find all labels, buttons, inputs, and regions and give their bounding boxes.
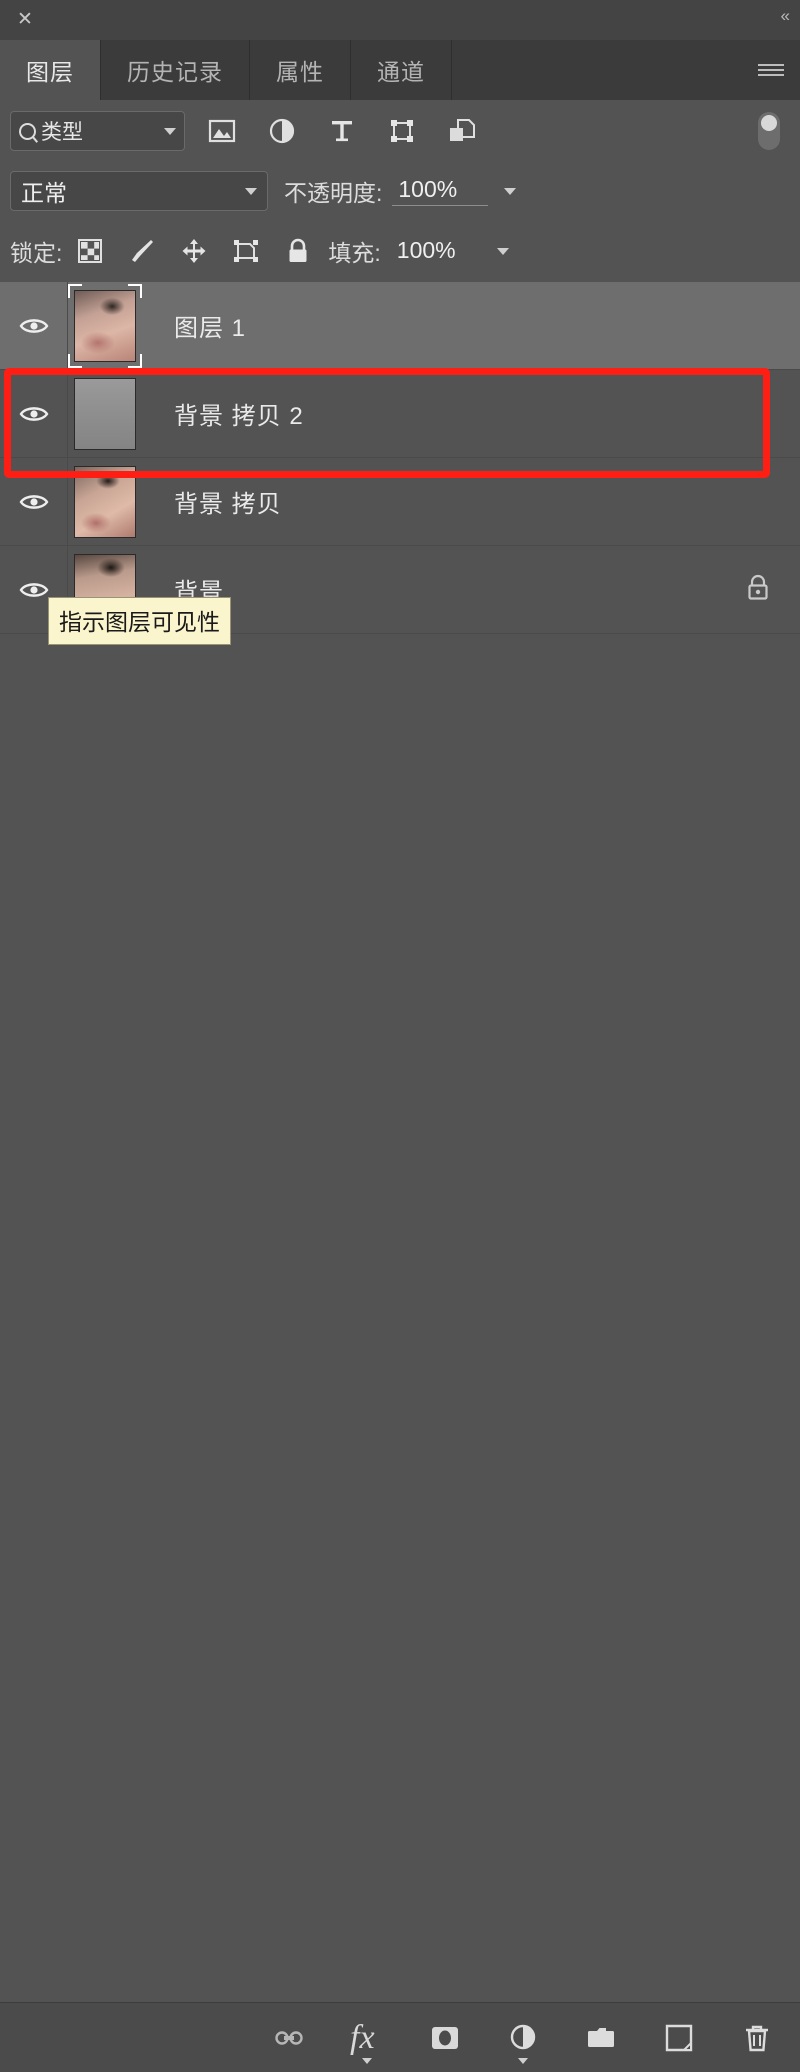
tab-history-label: 历史记录	[127, 59, 223, 85]
adjustment-caret-icon	[518, 2057, 528, 2064]
layer-list: 图层 1 背景 拷贝 2 背景 拷贝 背景	[0, 282, 800, 634]
layers-panel: ✕ « 图层 历史记录 属性 通道 类型 正常 不透明度: 100% 锁定: 填…	[0, 0, 800, 2072]
tooltip-text: 指示图层可见性	[59, 609, 220, 635]
eye-icon	[19, 318, 48, 333]
chevron-down-icon	[164, 127, 176, 135]
blend-mode-row: 正常 不透明度: 100%	[0, 162, 800, 220]
close-icon[interactable]: ✕	[14, 9, 36, 31]
fx-caret-icon	[362, 2057, 372, 2064]
layer-filter-row: 类型	[0, 100, 800, 162]
layer-thumbnail-wrap	[74, 377, 136, 450]
tab-channels-label: 通道	[377, 59, 425, 85]
filter-type-dropdown[interactable]: 类型	[10, 111, 185, 151]
fill-chevron-down-icon[interactable]	[496, 247, 509, 255]
layers-bottom-toolbar: fx	[0, 2002, 800, 2072]
layer-visibility-toggle[interactable]	[0, 282, 68, 369]
layer-thumbnail-wrap	[68, 283, 142, 368]
tooltip: 指示图层可见性	[48, 597, 231, 645]
selection-corner-top-left	[68, 283, 82, 298]
opacity-chevron-down-icon[interactable]	[504, 187, 517, 195]
table-row[interactable]: 图层 1	[0, 282, 800, 370]
thumbnail-image	[75, 466, 135, 537]
tab-properties-label: 属性	[276, 59, 324, 85]
layer-name[interactable]: 背景 拷贝 2	[174, 396, 304, 431]
layer-thumbnail[interactable]	[74, 289, 136, 362]
eye-icon	[19, 406, 48, 421]
tab-layers[interactable]: 图层	[0, 40, 101, 100]
layer-locked-icon	[744, 572, 772, 607]
blend-mode-dropdown[interactable]: 正常	[10, 171, 268, 211]
fill-label: 填充:	[328, 240, 381, 266]
shape-layer-filter-icon[interactable]	[387, 116, 417, 146]
fx-label: fx	[350, 2018, 375, 2056]
layer-thumbnail-wrap	[74, 465, 136, 538]
table-row[interactable]: 背景 拷贝 2	[0, 370, 800, 458]
lock-all-icon[interactable]	[284, 237, 312, 265]
thumbnail-image	[75, 290, 135, 361]
menu-bar-3	[758, 74, 784, 76]
lock-position-icon[interactable]	[180, 237, 208, 265]
tab-channels[interactable]: 通道	[351, 40, 452, 100]
layer-thumbnail[interactable]	[74, 377, 136, 450]
lock-label: 锁定:	[10, 240, 63, 266]
blend-mode-value: 正常	[21, 180, 67, 206]
new-layer-icon[interactable]	[662, 2021, 696, 2055]
tab-history[interactable]: 历史记录	[101, 40, 250, 100]
eye-icon	[19, 494, 48, 509]
opacity-input[interactable]: 100%	[392, 176, 489, 206]
filter-enable-toggle[interactable]	[758, 112, 780, 150]
new-group-icon[interactable]	[584, 2021, 618, 2055]
tab-layers-label: 图层	[26, 59, 74, 85]
filter-type-value: 类型	[41, 121, 83, 144]
panel-titlebar: ✕ «	[0, 0, 800, 40]
lock-image-pixels-icon[interactable]	[128, 237, 156, 265]
layer-name[interactable]: 图层 1	[174, 308, 246, 343]
type-layer-filter-icon[interactable]	[327, 116, 357, 146]
lock-transparent-pixels-icon[interactable]	[76, 237, 104, 265]
link-layers-icon[interactable]	[272, 2021, 306, 2055]
adjustment-layer-filter-icon[interactable]	[267, 116, 297, 146]
filter-icon-group	[207, 116, 477, 146]
layer-visibility-toggle[interactable]	[0, 370, 68, 457]
search-icon	[19, 122, 36, 140]
thumbnail-image	[75, 378, 135, 449]
collapse-panel-icon[interactable]: «	[781, 6, 791, 26]
layer-name[interactable]: 背景 拷贝	[174, 484, 282, 519]
chevron-down-icon	[245, 187, 257, 195]
layer-visibility-toggle[interactable]	[0, 458, 68, 545]
add-layer-mask-icon[interactable]	[428, 2021, 462, 2055]
smart-object-filter-icon[interactable]	[447, 116, 477, 146]
menu-bar-2	[758, 69, 784, 71]
layer-effects-fx-icon[interactable]: fx	[350, 2018, 384, 2064]
delete-layer-icon[interactable]	[740, 2021, 774, 2055]
eye-icon	[19, 582, 48, 597]
pixel-layer-filter-icon[interactable]	[207, 116, 237, 146]
menu-bar-1	[758, 64, 784, 66]
panel-tab-bar: 图层 历史记录 属性 通道	[0, 40, 800, 100]
selection-corner-bottom-right	[128, 353, 142, 368]
selection-corner-top-right	[128, 283, 142, 298]
opacity-label: 不透明度:	[284, 180, 383, 206]
new-adjustment-layer-icon[interactable]	[506, 2021, 540, 2064]
layer-thumbnail[interactable]	[74, 465, 136, 538]
panel-menu-icon[interactable]	[758, 40, 784, 100]
lock-row: 锁定: 填充: 100%	[0, 220, 800, 282]
fill-input[interactable]: 100%	[391, 237, 483, 266]
lock-artboard-nesting-icon[interactable]	[232, 237, 260, 265]
lock-icon-group	[76, 237, 312, 265]
tab-properties[interactable]: 属性	[250, 40, 351, 100]
selection-corner-bottom-left	[68, 353, 82, 368]
table-row[interactable]: 背景 拷贝	[0, 458, 800, 546]
